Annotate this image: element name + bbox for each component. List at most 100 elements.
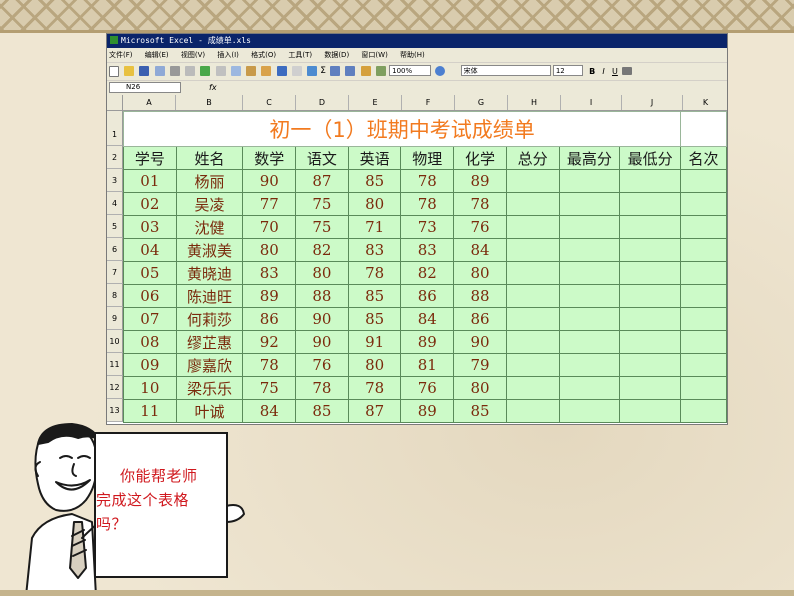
- table-cell[interactable]: 沈健: [175, 215, 244, 239]
- open-folder-icon[interactable]: [124, 66, 135, 76]
- table-cell[interactable]: [505, 284, 560, 308]
- name-box[interactable]: N26: [109, 82, 181, 93]
- table-cell[interactable]: [505, 261, 560, 285]
- column-header-d[interactable]: D: [296, 95, 349, 110]
- table-cell[interactable]: 缪芷惠: [175, 330, 244, 354]
- table-cell[interactable]: [505, 399, 560, 423]
- table-cell[interactable]: [619, 215, 682, 239]
- table-cell[interactable]: [680, 284, 727, 308]
- table-cell[interactable]: [505, 192, 560, 216]
- table-cell[interactable]: 92: [242, 330, 297, 354]
- table-cell[interactable]: 06: [123, 284, 177, 308]
- align-left-icon[interactable]: [622, 67, 633, 75]
- header-cell[interactable]: 姓名: [175, 146, 244, 170]
- table-cell[interactable]: 84: [453, 238, 507, 262]
- table-cell[interactable]: 03: [123, 215, 177, 239]
- column-header-b[interactable]: B: [176, 95, 243, 110]
- copy-icon[interactable]: [230, 66, 241, 76]
- table-cell[interactable]: 89: [242, 284, 297, 308]
- menu-data[interactable]: 数据(D): [324, 51, 349, 59]
- table-cell[interactable]: 82: [400, 261, 455, 285]
- table-cell[interactable]: 85: [347, 284, 402, 308]
- zoom-select[interactable]: 100%: [389, 65, 432, 76]
- table-cell[interactable]: 86: [400, 284, 455, 308]
- save-icon[interactable]: [139, 66, 150, 76]
- column-header-c[interactable]: C: [243, 95, 296, 110]
- table-cell[interactable]: 80: [347, 192, 402, 216]
- header-cell[interactable]: 物理: [400, 146, 455, 170]
- table-cell[interactable]: 88: [453, 284, 507, 308]
- column-header-e[interactable]: E: [349, 95, 402, 110]
- table-cell[interactable]: 01: [123, 169, 177, 193]
- table-cell[interactable]: 85: [347, 169, 402, 193]
- table-cell[interactable]: [558, 238, 621, 262]
- redo-icon[interactable]: [291, 66, 302, 76]
- table-cell[interactable]: 陈迪旺: [175, 284, 244, 308]
- menu-file[interactable]: 文件(F): [109, 51, 133, 59]
- header-cell[interactable]: 语文: [295, 146, 349, 170]
- spelling-icon[interactable]: [200, 66, 211, 76]
- table-cell[interactable]: [619, 353, 682, 377]
- new-file-icon[interactable]: [109, 66, 119, 77]
- table-cell[interactable]: [619, 261, 682, 285]
- menu-tools[interactable]: 工具(T): [288, 51, 312, 59]
- autosum-icon[interactable]: Σ: [320, 63, 326, 80]
- table-cell[interactable]: 89: [400, 330, 455, 354]
- table-cell[interactable]: [558, 284, 621, 308]
- table-cell[interactable]: 80: [295, 261, 349, 285]
- table-cell[interactable]: 75: [295, 192, 349, 216]
- table-cell[interactable]: 78: [347, 376, 402, 400]
- table-cell[interactable]: 76: [400, 376, 455, 400]
- column-header-a[interactable]: A: [123, 95, 176, 110]
- table-cell[interactable]: [680, 261, 727, 285]
- table-cell[interactable]: 80: [453, 261, 507, 285]
- table-cell[interactable]: 04: [123, 238, 177, 262]
- table-cell[interactable]: [505, 376, 560, 400]
- header-cell[interactable]: 最高分: [558, 146, 621, 170]
- menu-edit[interactable]: 编辑(E): [145, 51, 169, 59]
- menu-format[interactable]: 格式(O): [251, 51, 276, 59]
- table-cell[interactable]: 84: [400, 307, 455, 331]
- table-cell[interactable]: 78: [400, 169, 455, 193]
- table-cell[interactable]: 75: [242, 376, 297, 400]
- column-header-g[interactable]: G: [455, 95, 508, 110]
- table-cell[interactable]: 84: [242, 399, 297, 423]
- table-cell[interactable]: [680, 376, 727, 400]
- table-cell[interactable]: [558, 399, 621, 423]
- header-cell[interactable]: 英语: [347, 146, 402, 170]
- menu-insert[interactable]: 插入(I): [217, 51, 239, 59]
- table-cell[interactable]: 何莉莎: [175, 307, 244, 331]
- table-cell[interactable]: [680, 169, 727, 193]
- table-cell[interactable]: 梁乐乐: [175, 376, 244, 400]
- table-cell[interactable]: 76: [295, 353, 349, 377]
- header-cell[interactable]: 学号: [123, 146, 177, 170]
- table-cell[interactable]: [619, 376, 682, 400]
- menu-help[interactable]: 帮助(H): [400, 51, 425, 59]
- row-header[interactable]: 8: [107, 284, 123, 307]
- table-cell[interactable]: 02: [123, 192, 177, 216]
- table-cell[interactable]: 85: [295, 399, 349, 423]
- table-cell[interactable]: 80: [347, 353, 402, 377]
- table-cell[interactable]: 79: [453, 353, 507, 377]
- row-header[interactable]: 5: [107, 215, 123, 238]
- table-cell[interactable]: 88: [295, 284, 349, 308]
- table-cell[interactable]: [505, 238, 560, 262]
- underline-button[interactable]: U: [612, 63, 618, 80]
- menu-window[interactable]: 窗口(W): [361, 51, 387, 59]
- table-cell[interactable]: [558, 169, 621, 193]
- table-cell[interactable]: 71: [347, 215, 402, 239]
- header-cell[interactable]: 最低分: [619, 146, 682, 170]
- table-cell[interactable]: 82: [295, 238, 349, 262]
- table-cell[interactable]: 90: [242, 169, 297, 193]
- table-cell[interactable]: 90: [295, 307, 349, 331]
- table-cell[interactable]: 87: [347, 399, 402, 423]
- sort-ascending-icon[interactable]: [330, 66, 341, 76]
- table-cell[interactable]: 75: [295, 215, 349, 239]
- table-cell[interactable]: [680, 215, 727, 239]
- table-cell[interactable]: 70: [242, 215, 297, 239]
- table-cell[interactable]: 83: [242, 261, 297, 285]
- table-cell[interactable]: 78: [400, 192, 455, 216]
- header-cell[interactable]: 名次: [680, 146, 727, 170]
- table-cell[interactable]: [558, 261, 621, 285]
- table-cell[interactable]: 90: [295, 330, 349, 354]
